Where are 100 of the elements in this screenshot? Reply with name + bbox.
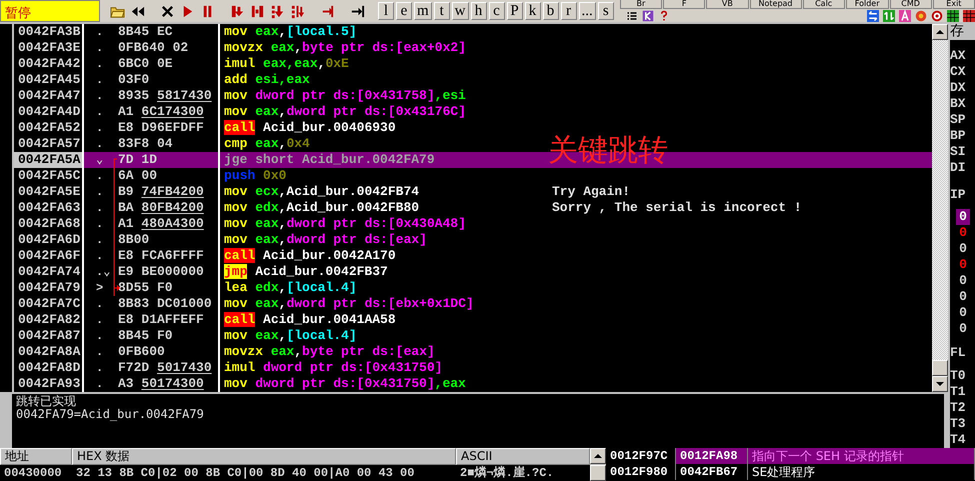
code-row[interactable]: 0042FA6D . 8B00 mov eax,dword ptr ds:[eax] xyxy=(14,232,932,248)
instruction: call Acid_bur.0041AA58 xyxy=(223,312,397,328)
scroll-up-button[interactable] xyxy=(932,24,948,40)
swap-arrows-icon[interactable] xyxy=(867,10,879,22)
window-button[interactable]: b xyxy=(542,2,559,20)
window-button[interactable]: ... xyxy=(578,2,596,20)
code-row[interactable]: 0042FA5C . 6A 00 push 0x0 xyxy=(14,168,932,184)
flow-marker: . xyxy=(95,136,104,152)
stack-row[interactable]: 0012F980 0042FB67 SE处理程序 xyxy=(606,464,975,480)
code-row[interactable]: 0042FA47 . 8935 5817430 mov dword ptr ds:[0x431758],esi xyxy=(14,88,932,104)
target-icon[interactable] xyxy=(931,10,943,22)
flag-value[interactable]: 0 xyxy=(956,257,970,274)
stack-value: 0042FB67 xyxy=(676,464,748,480)
instruction: mov eax,dword ptr ds:[0x43176C] xyxy=(223,104,467,120)
window-button[interactable]: P xyxy=(506,2,523,20)
plugin-button[interactable]: Calc xyxy=(802,0,845,9)
plugin-button[interactable]: Folder xyxy=(846,0,888,9)
register-name: IP xyxy=(950,186,967,203)
window-button[interactable]: l xyxy=(378,2,394,20)
code-row[interactable]: 0042FA87 . 8B45 F0 mov eax,[local.4] xyxy=(14,328,932,344)
flow-marker: . xyxy=(95,344,104,360)
flow-marker: . xyxy=(95,72,104,88)
scrollbar-track[interactable] xyxy=(932,24,948,392)
window-button[interactable]: h xyxy=(470,2,487,20)
hex-bytes: 8B45 EC xyxy=(118,24,173,40)
flag-value[interactable]: 0 xyxy=(956,321,970,338)
scrollbar-thumb[interactable] xyxy=(932,360,948,376)
code-row[interactable]: 0042FA93 . A3 50174300 mov dword ptr ds:[0x431750],eax xyxy=(14,376,932,392)
window-button[interactable]: r xyxy=(560,2,577,20)
address-cell: 0042FA3B xyxy=(14,24,84,40)
code-row[interactable]: 0042FA5E . B9 74FB4200 mov ecx,Acid_bur.0042FB74 Try Again! xyxy=(14,184,932,200)
column-header[interactable]: HEX 数据 xyxy=(72,448,456,465)
code-row[interactable]: 0042FA68 . A1 480A4300 mov eax,dword ptr ds:[0x430A48] xyxy=(14,216,932,232)
up-down-arrows-icon[interactable] xyxy=(883,10,895,22)
flag-value[interactable]: 0 xyxy=(956,209,970,226)
flow-marker: . xyxy=(95,120,104,136)
hex-bytes: E8 FCA6FFFF xyxy=(118,248,204,264)
circle-icon[interactable] xyxy=(915,10,927,22)
register-name: BP xyxy=(950,128,967,144)
window-button[interactable]: e xyxy=(396,2,412,20)
k-icon[interactable] xyxy=(642,10,654,22)
plugin-button[interactable]: Exit xyxy=(932,0,975,9)
code-row[interactable]: 0042FA3E . 0FB640 02 movzx eax,byte ptr ds:[eax+0x2] xyxy=(14,40,932,56)
scroll-down-button[interactable] xyxy=(932,376,948,392)
column-header[interactable]: ASCII xyxy=(456,448,590,465)
hex-bytes: F72D 5017430 xyxy=(118,360,212,376)
flag-value[interactable]: 0 xyxy=(956,273,970,290)
code-row[interactable]: 0042FA42 . 6BC0 0E imul eax,eax,0xE xyxy=(14,56,932,72)
scroll-up-button[interactable] xyxy=(590,448,606,464)
hex-bytes: E8 D96EFDFF xyxy=(118,120,204,136)
code-row[interactable]: 0042FA45 . 03F0 add esi,eax xyxy=(14,72,932,88)
code-row[interactable]: 0042FA8D . F72D 5017430 imul dword ptr ds:[0x431750] xyxy=(14,360,932,376)
window-button[interactable]: w xyxy=(452,2,469,20)
table-icon[interactable] xyxy=(963,10,975,22)
code-row[interactable]: 0042FA63 . BA 80FB4200 mov edx,Acid_bur.0042FB80 Sorry , The serial is incorect ! xyxy=(14,200,932,216)
flow-marker: ⌄ xyxy=(95,152,104,168)
address-cell: 0042FA8A xyxy=(14,344,84,360)
flag-value[interactable]: 0 xyxy=(956,241,970,258)
plugin-button[interactable]: CMD xyxy=(890,0,932,9)
code-row[interactable]: 0042FA82 . E8 D1AFFEFF call Acid_bur.0041AA58 xyxy=(14,312,932,328)
plugin-button[interactable]: Notepad xyxy=(750,0,802,9)
window-button[interactable]: k xyxy=(524,2,541,20)
flag-value[interactable]: 0 xyxy=(956,305,970,322)
code-row[interactable]: 0042FA4D . A1 6C174300 mov eax,dword ptr ds:[0x43176C] xyxy=(14,104,932,120)
flag-value[interactable]: 0 xyxy=(956,289,970,306)
window-button[interactable]: m xyxy=(414,2,432,20)
plugin-button[interactable]: F xyxy=(663,0,706,9)
register-name: T2 xyxy=(950,400,967,416)
hex-bytes: 8D55 F0 xyxy=(118,280,173,296)
window-button[interactable]: t xyxy=(434,2,450,20)
letter-a-icon[interactable] xyxy=(899,10,911,22)
plugin-button[interactable]: VB xyxy=(706,0,749,9)
address-cell: 0042FA7C xyxy=(14,296,84,312)
grid-icon[interactable] xyxy=(947,10,959,22)
code-row[interactable]: 0042FA3B . 8B45 EC mov eax,[local.5] xyxy=(14,24,932,40)
flag-value[interactable]: 0 xyxy=(956,225,970,242)
stack-row[interactable]: 0012F97C 0012FA98 指向下一个 SEH 记录的指针 xyxy=(606,448,975,464)
list-icon[interactable] xyxy=(626,10,638,22)
hex-bytes: 8B00 xyxy=(118,232,150,248)
flow-marker: . xyxy=(95,232,104,248)
plugin-button[interactable]: Br xyxy=(620,0,662,9)
register-name: DX xyxy=(950,80,967,96)
scrollbar-thumb[interactable] xyxy=(590,465,606,481)
address-cell: 0042FA82 xyxy=(14,312,84,328)
code-row[interactable]: 0042FA6F . E8 FCA6FFFF call Acid_bur.0042A170 xyxy=(14,248,932,264)
code-row[interactable]: 0042FA74 .⌄ E9 BE000000 jmp Acid_bur.0042FB37 xyxy=(14,264,932,280)
code-row[interactable]: 0042FA7C . 8B83 DC01000 mov eax,dword ptr ds:[ebx+0x1DC] xyxy=(14,296,932,312)
address-cell: 0042FA5C xyxy=(14,168,84,184)
register-name: T1 xyxy=(950,384,967,400)
stack-value: 0012FA98 xyxy=(676,448,748,464)
column-header[interactable]: 地址 xyxy=(0,448,72,465)
code-row[interactable]: 0042FA8A . 0FB600 movzx eax,byte ptr ds:[eax] xyxy=(14,344,932,360)
window-button[interactable]: c xyxy=(488,2,505,20)
flow-marker: . xyxy=(95,40,104,56)
instruction: mov eax,dword ptr ds:[0x430A48] xyxy=(223,216,467,232)
hex-bytes: A1 6C174300 xyxy=(118,104,204,120)
register-name: T0 xyxy=(950,368,967,384)
code-row[interactable]: 0042FA52 . E8 D96EFDFF call Acid_bur.00406930 xyxy=(14,120,932,136)
hex-bytes: 8B83 DC01000 xyxy=(118,296,212,312)
window-button[interactable]: s xyxy=(598,2,614,20)
